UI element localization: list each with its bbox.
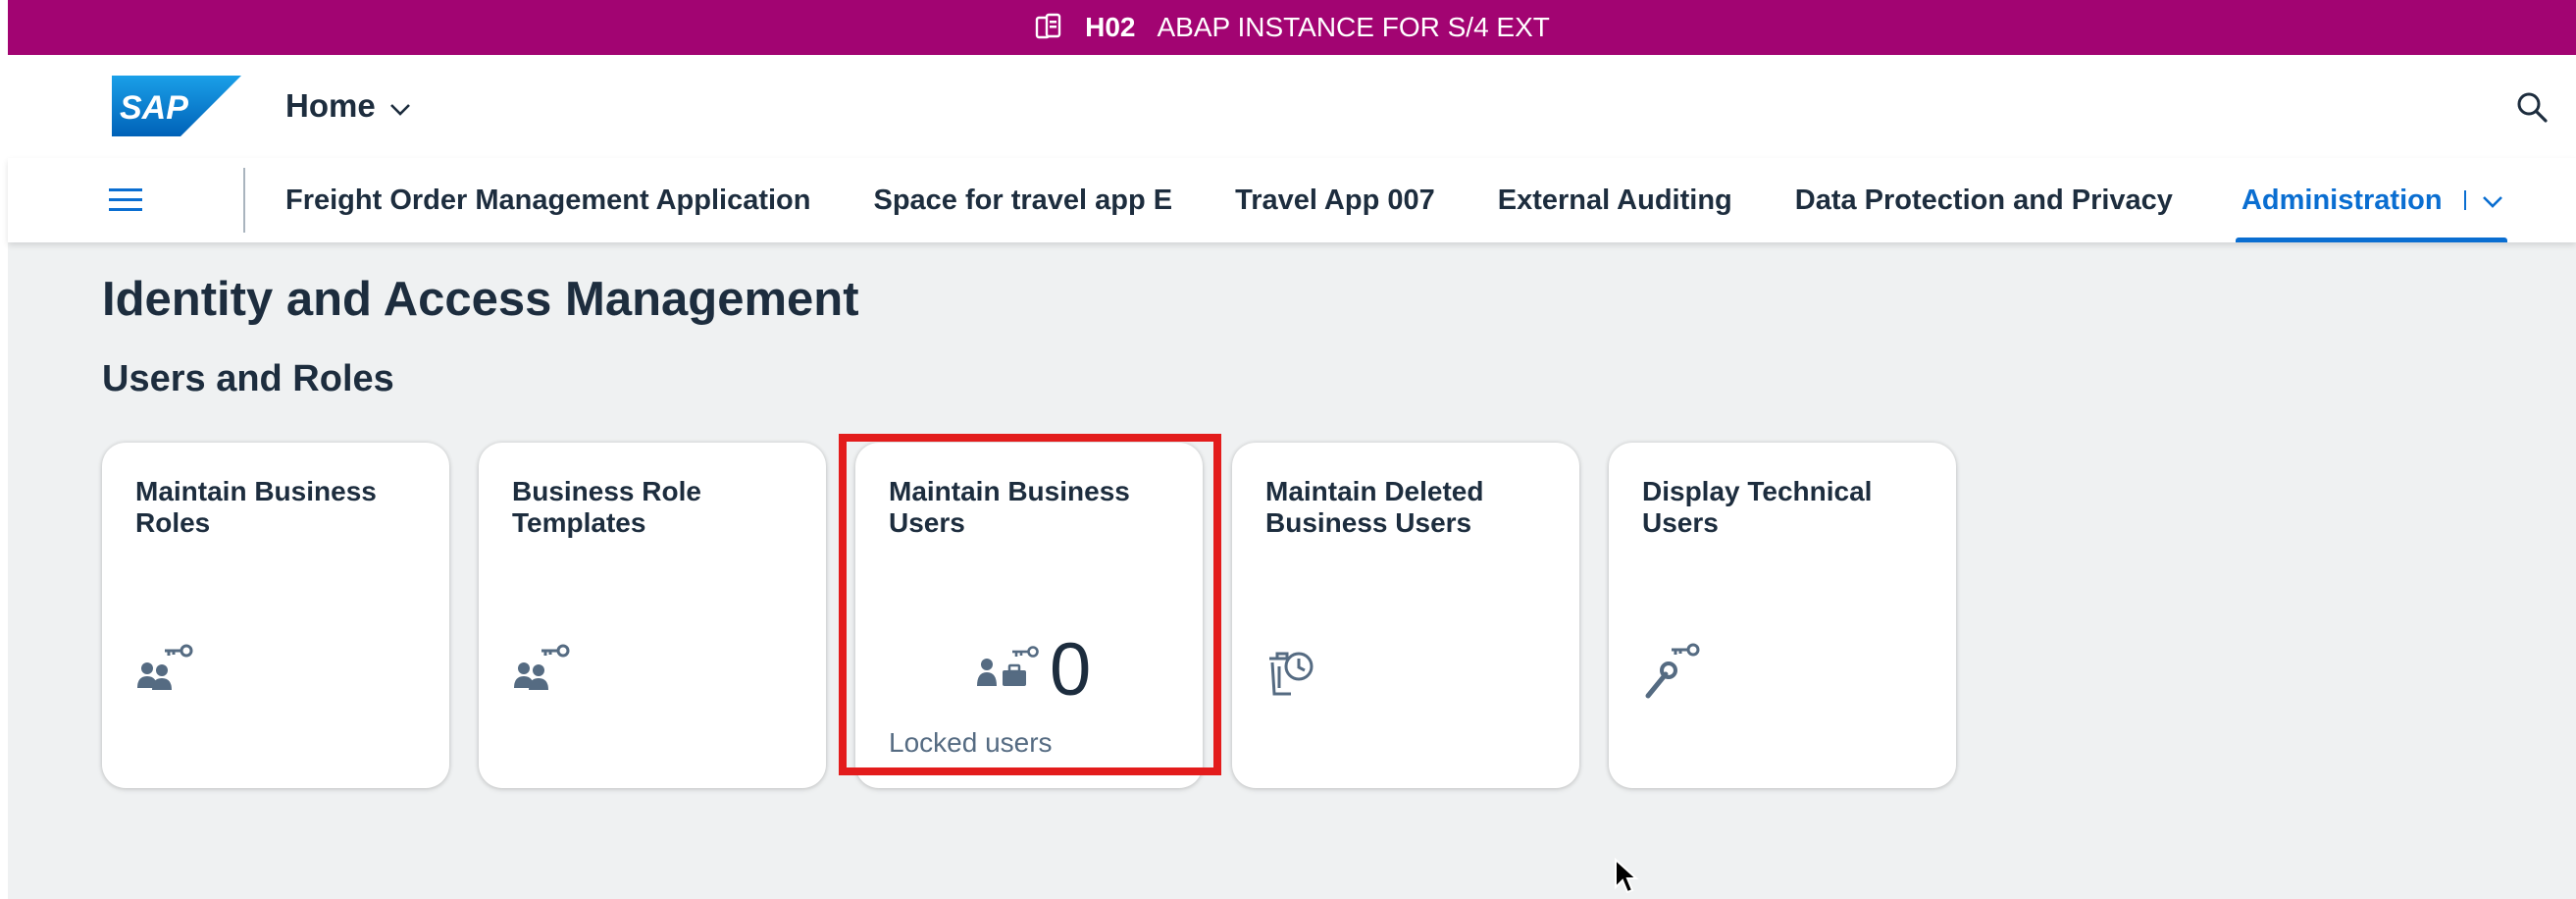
- tile-title: Maintain Business Roles: [135, 476, 377, 538]
- sap-logo[interactable]: SAP: [112, 76, 241, 136]
- tab-administration-label: Administration: [2241, 184, 2443, 216]
- system-id: H02: [1085, 12, 1136, 42]
- page-title: Identity and Access Management: [102, 273, 859, 326]
- logo-text: SAP: [120, 89, 188, 127]
- tab-data-protection-privacy[interactable]: Data Protection and Privacy: [1795, 158, 2173, 242]
- page-content: Identity and Access Management Users and…: [8, 242, 2576, 899]
- home-menu-button[interactable]: Home: [285, 84, 411, 128]
- system-info-bar: H02 ABAP INSTANCE FOR S/4 EXT: [8, 0, 2576, 55]
- role-templates-icon: [512, 643, 571, 702]
- tile-title: Display Technical Users: [1642, 476, 1873, 538]
- tile-display-technical-users[interactable]: Display Technical Users: [1609, 443, 1956, 788]
- tile-maintain-business-roles[interactable]: Maintain Business Roles: [102, 443, 449, 788]
- space-navigation-bar: Freight Order Management Application Spa…: [8, 158, 2576, 242]
- business-users-icon: [977, 645, 1040, 697]
- shell-bar: SAP Home: [8, 55, 2576, 158]
- kpi-value: 0: [1050, 628, 1092, 712]
- search-icon[interactable]: [2515, 90, 2549, 124]
- business-roles-icon: [135, 643, 194, 702]
- mouse-cursor-icon: [1614, 857, 1639, 895]
- tile-title: Business Role Templates: [512, 476, 701, 538]
- tab-separator: [2463, 190, 2466, 210]
- deleted-users-icon: [1265, 643, 1324, 702]
- tile-title: Maintain Business Users: [889, 476, 1130, 538]
- space-tabs: Freight Order Management Application Spa…: [285, 158, 2507, 242]
- technical-users-icon: [1642, 643, 1701, 702]
- tab-administration[interactable]: Administration: [2235, 158, 2507, 242]
- section-title: Users and Roles: [102, 358, 394, 399]
- kpi-block: 0: [977, 631, 1091, 710]
- home-label: Home: [285, 87, 376, 124]
- chevron-down-icon: [389, 87, 411, 125]
- system-description: ABAP INSTANCE FOR S/4 EXT: [1157, 12, 1550, 42]
- chevron-down-icon[interactable]: [2482, 185, 2503, 217]
- system-icon: [1034, 13, 1063, 42]
- tile-title: Maintain Deleted Business Users: [1265, 476, 1484, 538]
- tile-maintain-business-users[interactable]: Maintain Business Users 0 Locked users: [855, 443, 1203, 788]
- nav-divider: [243, 168, 245, 233]
- tab-travel-app-007[interactable]: Travel App 007: [1235, 158, 1435, 242]
- tab-freight-order-management[interactable]: Freight Order Management Application: [285, 158, 810, 242]
- tile-business-role-templates[interactable]: Business Role Templates: [479, 443, 826, 788]
- tab-external-auditing[interactable]: External Auditing: [1498, 158, 1732, 242]
- tab-space-for-travel-app-e[interactable]: Space for travel app E: [873, 158, 1172, 242]
- hamburger-icon[interactable]: [109, 185, 142, 215]
- tile-maintain-deleted-business-users[interactable]: Maintain Deleted Business Users: [1232, 443, 1579, 788]
- tile-footer: Locked users: [889, 727, 1053, 758]
